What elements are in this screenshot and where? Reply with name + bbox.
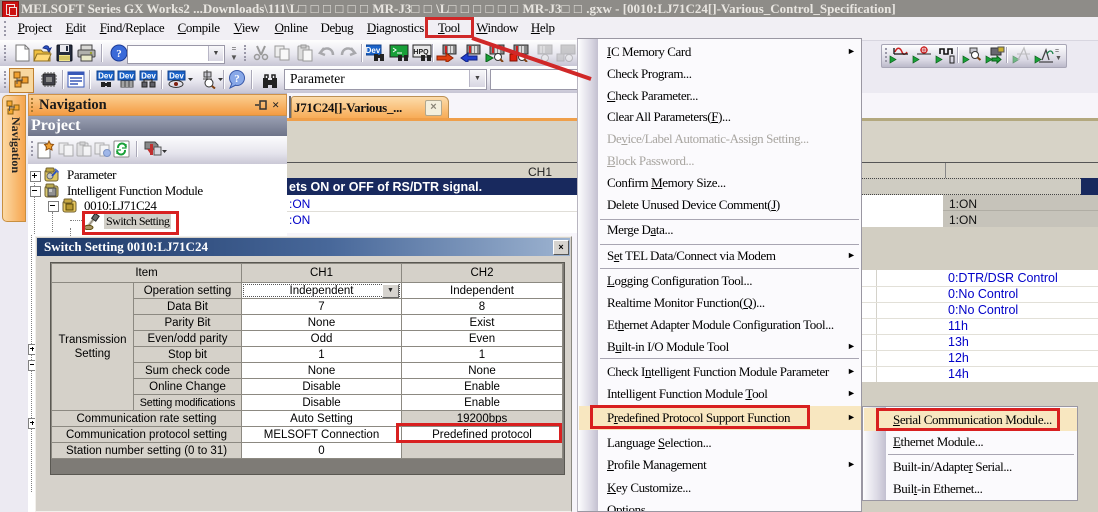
svg-text:?: ? [116,48,122,60]
svg-text:?: ? [234,73,240,85]
svg-text:Dev: Dev [98,72,113,81]
svg-text:Dev: Dev [366,46,381,55]
svg-text:Dev: Dev [119,72,134,81]
svg-text:Dev: Dev [141,72,156,81]
svg-text:HPQ: HPQ [413,49,429,56]
svg-text:Dev: Dev [169,72,184,81]
